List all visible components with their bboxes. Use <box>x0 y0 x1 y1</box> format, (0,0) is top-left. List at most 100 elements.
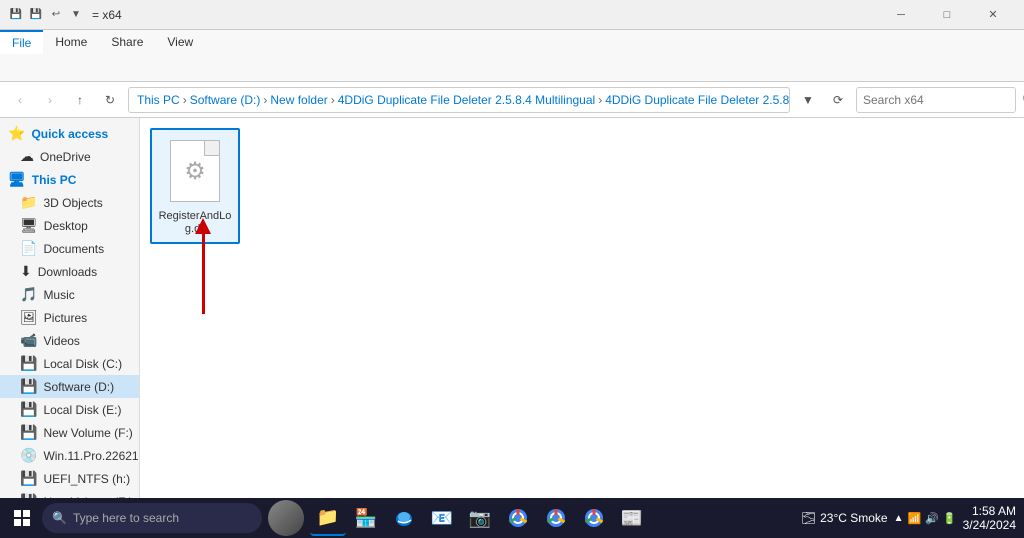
sidebar-item-uefi-h[interactable]: 💾 UEFI_NTFS (h:) <box>0 467 139 490</box>
forward-button[interactable]: › <box>38 88 62 112</box>
sidebar-item-desktop[interactable]: 🖥 Desktop <box>0 214 139 237</box>
sidebar-item-onedrive[interactable]: ☁ OneDrive <box>0 145 139 168</box>
taskbar-app-mail[interactable]: 📧 <box>424 500 460 536</box>
address-bar: ‹ › ↑ ↻ This PC › Software (D:) › New fo… <box>0 82 1024 118</box>
sidebar-item-documents[interactable]: 📄 Documents <box>0 237 139 260</box>
start-button[interactable] <box>4 500 40 536</box>
taskbar-app-fileexplorer[interactable]: 📁 <box>310 500 346 536</box>
chevron-up-icon[interactable]: ▲ <box>894 513 904 524</box>
taskbar-app-chrome3[interactable] <box>576 500 612 536</box>
tab-home[interactable]: Home <box>43 30 99 54</box>
refresh-button[interactable]: ↻ <box>98 88 122 112</box>
breadcrumb-4ddig1[interactable]: 4DDiG Duplicate File Deleter 2.5.8.4 Mul… <box>338 93 595 107</box>
breadcrumb-software-d[interactable]: Software (D:) <box>190 93 261 107</box>
taskbar-apps: 📁 🏪 📧 📷 📰 <box>310 500 650 536</box>
taskbar-app-news[interactable]: 📰 <box>614 500 650 536</box>
arrow-annotation <box>195 218 211 314</box>
close-button[interactable]: ✕ <box>970 0 1016 30</box>
arrow-line <box>202 234 205 314</box>
minimize-button[interactable]: ─ <box>878 0 924 30</box>
file-icon-page: ⚙ <box>170 140 220 202</box>
taskbar-weather[interactable]: 🌫 23°C Smoke <box>801 511 888 525</box>
tab-share[interactable]: Share <box>99 30 155 54</box>
expand-icon[interactable]: ▼ <box>68 7 84 23</box>
save-icon[interactable]: 💾 <box>28 7 44 23</box>
network-tray-icon[interactable]: 📶 <box>908 512 922 525</box>
sidebar-item-videos[interactable]: 📹 Videos <box>0 329 139 352</box>
document-icon: 📄 <box>20 240 37 257</box>
battery-icon[interactable]: 🔋 <box>943 512 957 525</box>
up-button[interactable]: ↑ <box>68 88 92 112</box>
quick-access-icon: 💾 <box>8 7 24 23</box>
disk-f-icon: 💾 <box>20 424 37 441</box>
taskbar: 🔍 Type here to search 📁 🏪 📧 📷 📰 🌫 23°C S… <box>0 498 1024 538</box>
ribbon-tabs: File Home Share View <box>0 30 1024 54</box>
cloud-icon: ☁ <box>20 148 34 165</box>
ribbon: File Home Share View <box>0 30 1024 82</box>
tab-view[interactable]: View <box>155 30 205 54</box>
user-avatar[interactable] <box>268 500 304 536</box>
maximize-button[interactable]: □ <box>924 0 970 30</box>
disk-d-icon: 💾 <box>20 378 37 395</box>
sidebar-item-3d-objects[interactable]: 📁 3D Objects <box>0 191 139 214</box>
sidebar-item-new-volume-f2[interactable]: 💾 New Volume (F:) <box>0 490 139 498</box>
download-icon: ⬇ <box>20 263 32 280</box>
window-title: = x64 <box>92 8 878 22</box>
ribbon-content <box>0 54 1024 81</box>
weather-temp: 23°C Smoke <box>820 511 888 525</box>
window-controls: ─ □ ✕ <box>878 0 1016 30</box>
taskbar-right: 🌫 23°C Smoke ▲ 📶 🔊 🔋 1:58 AM 3/24/2024 <box>801 504 1020 532</box>
tab-file[interactable]: File <box>0 30 43 54</box>
taskbar-systray: ▲ 📶 🔊 🔋 <box>894 512 957 525</box>
folder-icon: 📁 <box>20 194 37 211</box>
gear-icon: ⚙ <box>184 157 206 186</box>
breadcrumb-this-pc[interactable]: This PC <box>137 93 180 107</box>
taskbar-app-chrome2[interactable] <box>538 500 574 536</box>
videos-icon: 📹 <box>20 332 37 349</box>
sidebar-item-downloads[interactable]: ⬇ Downloads <box>0 260 139 283</box>
pictures-icon: 🖼 <box>20 309 38 326</box>
breadcrumb-4ddig2[interactable]: 4DDiG Duplicate File Deleter 2.5.8.4 Mul… <box>605 93 790 107</box>
title-bar: 💾 💾 ↩ ▼ = x64 ─ □ ✕ <box>0 0 1024 30</box>
taskbar-app-store[interactable]: 🏪 <box>348 500 384 536</box>
arrow-head <box>195 218 211 234</box>
disk-h-icon: 💾 <box>20 470 37 487</box>
sidebar-item-local-e[interactable]: 💾 Local Disk (E:) <box>0 398 139 421</box>
taskbar-app-photos[interactable]: 📷 <box>462 500 498 536</box>
taskbar-search-icon: 🔍 <box>52 511 67 525</box>
history-button[interactable]: ⟳ <box>826 88 850 112</box>
disk-c-icon: 💾 <box>20 355 37 372</box>
sidebar-item-quick-access[interactable]: ⭐ Quick access <box>0 122 139 145</box>
clock-date: 3/24/2024 <box>963 518 1016 532</box>
file-icon-wrapper: ⚙ <box>165 136 225 206</box>
clock-time: 1:58 AM <box>963 504 1016 518</box>
taskbar-app-edge[interactable] <box>386 500 422 536</box>
sidebar-item-new-volume-f[interactable]: 💾 New Volume (F:) <box>0 421 139 444</box>
breadcrumb[interactable]: This PC › Software (D:) › New folder › 4… <box>128 87 790 113</box>
pc-icon: 🖥 <box>8 171 26 188</box>
breadcrumb-new-folder[interactable]: New folder <box>270 93 327 107</box>
sidebar-item-music[interactable]: 🎵 Music <box>0 283 139 306</box>
sidebar-item-software-d[interactable]: 💾 Software (D:) <box>0 375 139 398</box>
weather-icon: 🌫 <box>801 511 816 525</box>
sidebar-item-this-pc[interactable]: 🖥 This PC <box>0 168 139 191</box>
taskbar-search-label: Type here to search <box>73 511 179 525</box>
music-icon: 🎵 <box>20 286 37 303</box>
undo-icon[interactable]: ↩ <box>48 7 64 23</box>
taskbar-search-box[interactable]: 🔍 Type here to search <box>42 503 262 533</box>
search-input[interactable] <box>863 93 1018 107</box>
sidebar-item-local-c[interactable]: 💾 Local Disk (C:) <box>0 352 139 375</box>
content-area: ⚙ RegisterAndLog.dll <box>140 118 1024 498</box>
taskbar-app-chrome1[interactable] <box>500 500 536 536</box>
title-bar-icons: 💾 💾 ↩ ▼ <box>8 7 84 23</box>
search-box[interactable]: 🔍 <box>856 87 1016 113</box>
desktop-icon: 🖥 <box>20 217 38 234</box>
disk-e-icon: 💾 <box>20 401 37 418</box>
dropdown-button[interactable]: ▼ <box>796 88 820 112</box>
volume-icon[interactable]: 🔊 <box>925 512 939 525</box>
sidebar-item-win11[interactable]: 💿 Win.11.Pro.22621.15 <box>0 444 139 467</box>
sidebar-item-pictures[interactable]: 🖼 Pictures <box>0 306 139 329</box>
star-icon: ⭐ <box>8 125 25 142</box>
back-button[interactable]: ‹ <box>8 88 32 112</box>
taskbar-time[interactable]: 1:58 AM 3/24/2024 <box>963 504 1016 532</box>
